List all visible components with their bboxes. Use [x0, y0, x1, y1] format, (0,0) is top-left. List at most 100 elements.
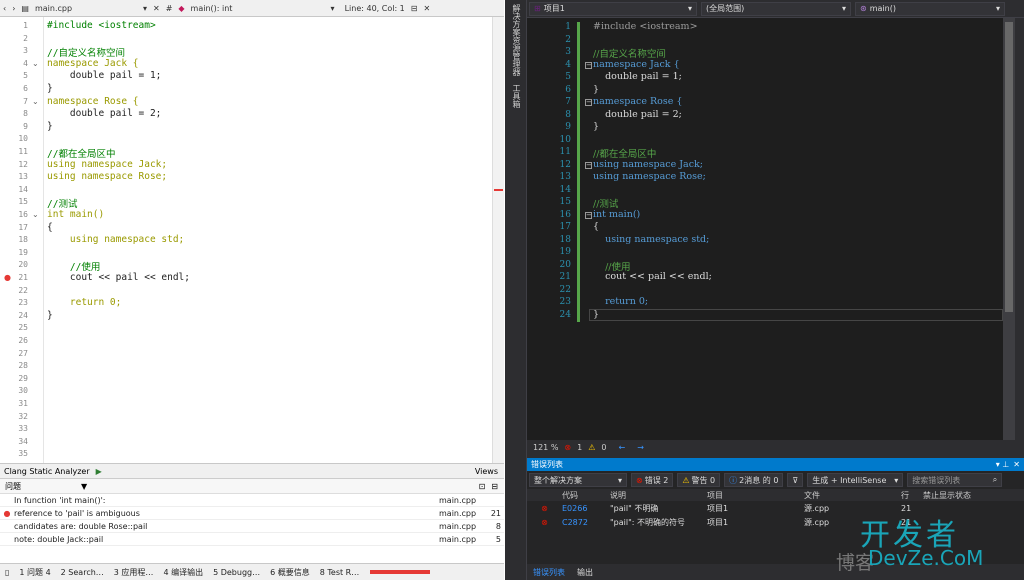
sidebar-toggle-icon[interactable]: ▯ [0, 568, 14, 577]
line-number: 16 [18, 210, 28, 219]
warning-count[interactable]: 0 [595, 443, 612, 452]
arrow-right-icon[interactable]: → [631, 443, 650, 452]
error-icon: ⊗ [541, 517, 548, 527]
line-number: 3 [565, 47, 571, 57]
build-filter[interactable]: 生成 + IntelliSense ▾ [807, 473, 904, 487]
tab-error-list[interactable]: 错误列表 [527, 567, 571, 578]
problem-row[interactable]: ● reference to 'pail' is ambiguous main.cp… [0, 508, 504, 520]
output-tab[interactable]: 8 Test R… [315, 568, 365, 577]
tab-output[interactable]: 输出 [571, 567, 599, 578]
analyzer-label[interactable]: Clang Static Analyzer [0, 467, 90, 476]
scope-dropdown[interactable]: (全局范围) ▾ [701, 1, 851, 16]
line-number: 28 [18, 361, 28, 371]
scope-filter[interactable]: 整个解决方案 ▾ [529, 473, 627, 487]
output-tab[interactable]: 5 Debugg… [208, 568, 265, 577]
collapse-icon[interactable]: − [585, 99, 592, 106]
output-tab[interactable]: 4 编译输出 [158, 567, 208, 578]
toolbox-tab[interactable]: 工具箱 [511, 84, 522, 108]
error-list-title: 错误列表 [531, 460, 563, 469]
close-icon[interactable]: ✕ [150, 4, 163, 13]
problem-row[interactable]: candidates are: double Rose::pail main.cp… [0, 521, 504, 533]
code-line: } [593, 121, 600, 132]
changes-bar [577, 22, 580, 322]
function-dropdown[interactable]: ⊛ main() ▾ [855, 1, 1005, 16]
header-suppression[interactable]: 禁止显示状态 [923, 490, 971, 501]
file-selector[interactable]: main.cpp [32, 4, 140, 13]
line-number: 35 [18, 449, 28, 459]
problem-message: reference to 'pail' is ambiguous [14, 509, 140, 518]
maximize-icon[interactable]: ⊡ [479, 482, 486, 491]
line-number: 14 [18, 184, 28, 194]
code-line: int main() [593, 208, 641, 220]
errors-filter-button[interactable]: ⊗ 错误 2 [631, 473, 674, 487]
problem-row[interactable]: note: double Jack::pail main.cpp 5 [0, 534, 504, 546]
project-dropdown[interactable]: ⊞ 项目1 ▾ [529, 1, 697, 16]
pin-icon[interactable]: ▾ ⊥ [996, 460, 1014, 469]
header-desc[interactable]: 说明 [610, 490, 707, 501]
warnings-filter-button[interactable]: ⚠ 警告 0 [677, 473, 721, 487]
collapse-icon[interactable]: − [585, 211, 592, 219]
side-tool-strip: 解决方案资源管理器 工具箱 [505, 0, 527, 580]
close-icon[interactable]: ✕ [420, 4, 433, 13]
split-icon[interactable]: ⊟ [408, 4, 421, 13]
header-project[interactable]: 项目 [707, 490, 804, 501]
arrow-left-icon[interactable]: ← [612, 443, 631, 452]
output-tab[interactable]: 1 问题 4 [14, 567, 55, 578]
vertical-scrollbar[interactable] [492, 17, 504, 463]
code-line: #include <iostream> [593, 21, 698, 32]
chevron-down-icon[interactable]: ▾ [328, 4, 338, 13]
vertical-scrollbar[interactable] [1003, 18, 1015, 440]
error-count[interactable]: 1 [571, 443, 588, 452]
project-icon: ⊞ [534, 4, 541, 13]
output-tab[interactable]: 3 应用程… [109, 567, 159, 578]
error-code[interactable]: E0266 [562, 504, 610, 513]
error-progress-bar [370, 570, 431, 574]
code-line: double pail = 2; [593, 108, 682, 120]
filter-icon[interactable]: ▼ [81, 482, 87, 491]
zoom-level[interactable]: 121 % [527, 443, 564, 452]
line-number: 7 [565, 97, 571, 107]
scroll-thumb[interactable] [1005, 22, 1013, 312]
line-number: 13 [18, 172, 28, 182]
fold-icon[interactable]: ⌄ [32, 97, 39, 106]
solution-explorer-tab[interactable]: 解决方案资源管理器 [511, 4, 522, 76]
code-editor[interactable]: #include <iostream>//自定义名称空间 namespace Ja… [47, 17, 489, 463]
output-tab[interactable]: 6 概要信息 [265, 567, 315, 578]
error-gutter-icon[interactable]: ● [4, 273, 11, 282]
line-number: 21 [559, 272, 571, 282]
collapse-icon[interactable]: − [585, 161, 592, 169]
line-number: 26 [18, 336, 28, 345]
code-line: } [593, 83, 600, 95]
search-placeholder: 搜索错误列表 [912, 475, 961, 485]
error-code[interactable]: C2872 [562, 518, 610, 527]
filter-icon: ⊽ [792, 475, 799, 485]
close-icon[interactable]: ✕ [1013, 460, 1024, 469]
collapse-icon[interactable]: − [585, 61, 592, 69]
messages-filter-button[interactable]: ⓘ 2消息 的 0 [724, 473, 784, 487]
problem-row[interactable]: In function 'int main()': main.cpp [0, 495, 504, 507]
warning-icon: ⚠ [682, 475, 690, 485]
views-label[interactable]: Views [475, 467, 504, 476]
search-error-list[interactable]: 搜索错误列表 ⌕ [907, 473, 1003, 487]
fold-icon[interactable]: ⌄ [32, 210, 39, 219]
header-code[interactable]: 代码 [562, 490, 610, 501]
line-number: 17 [18, 222, 28, 232]
forward-icon[interactable]: › [9, 4, 18, 13]
chevron-down-icon[interactable]: ▾ [140, 4, 150, 13]
problem-file: main.cpp [439, 496, 477, 505]
code-line: namespace Jack { [593, 58, 680, 70]
filter-toggle[interactable]: ⊽ [787, 473, 804, 487]
fold-icon[interactable]: ⌄ [32, 59, 39, 68]
header-line[interactable]: 行 [901, 490, 923, 501]
header-file[interactable]: 文件 [804, 490, 901, 501]
function-selector[interactable]: main(): int [188, 4, 328, 13]
run-icon[interactable]: ▶ [96, 467, 102, 476]
close-icon[interactable]: ⊟ [485, 482, 504, 491]
code-editor-dark[interactable]: 1 #include <iostream> 2 3//自定义名称空间 4 namespac… [527, 18, 1013, 440]
error-project: 项目1 [707, 517, 729, 527]
line-number: 9 [23, 121, 28, 131]
code-line: } [47, 83, 53, 94]
output-tab[interactable]: 2 Search… [56, 568, 109, 577]
back-icon[interactable]: ‹ [0, 4, 9, 13]
function-icon: ⊛ [860, 4, 867, 13]
